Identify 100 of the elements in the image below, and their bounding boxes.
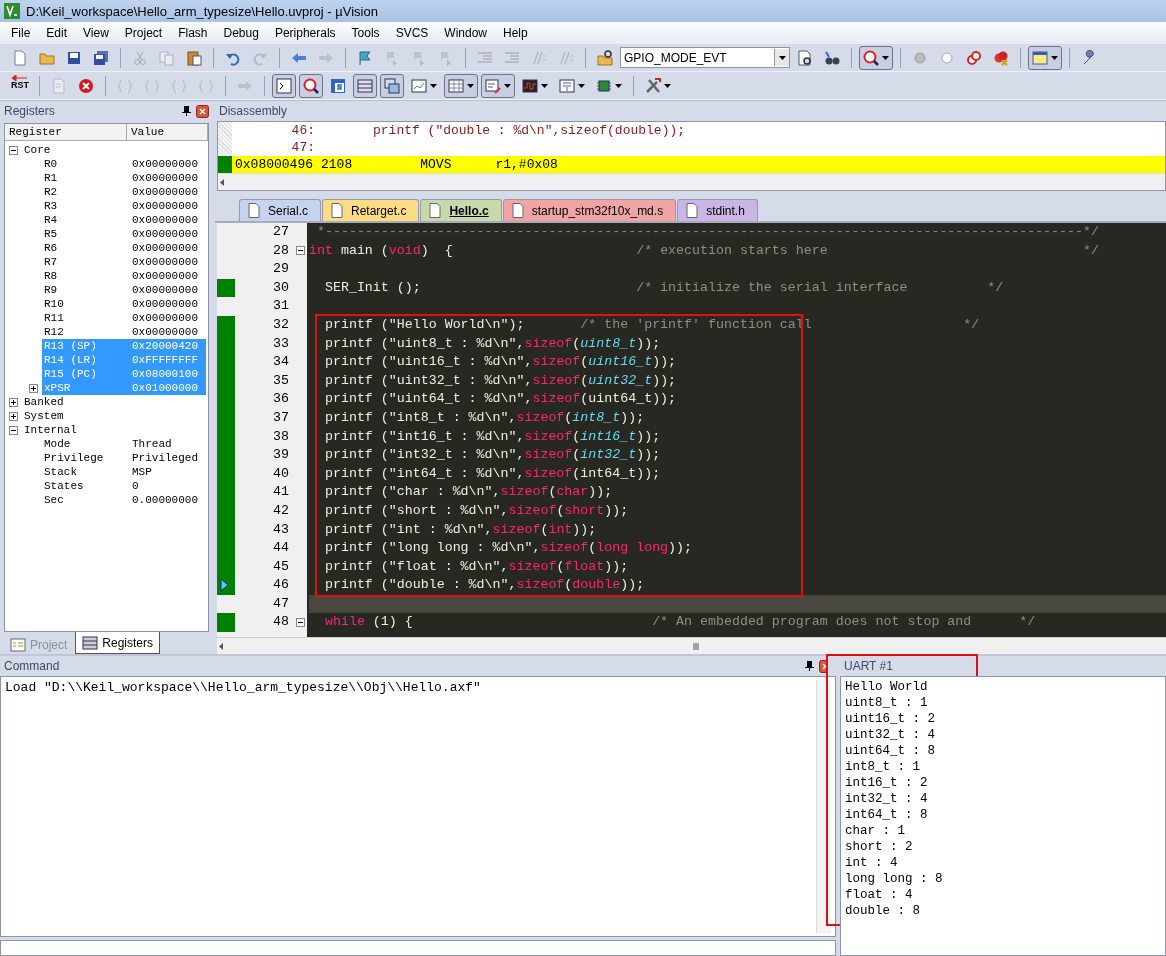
tree-row[interactable]: R9 0x00000000 — [42, 283, 206, 297]
menu-item[interactable]: Project — [116, 24, 171, 42]
line-number: 33 — [272, 334, 289, 353]
register-name: States — [43, 479, 85, 493]
tree-row[interactable]: R6 0x00000000 — [42, 241, 206, 255]
line-number: 36 — [272, 390, 289, 409]
panel-title: Command — [4, 659, 61, 673]
tree-row[interactable]: Stack MSP — [42, 465, 206, 479]
register-name: Privilege — [43, 451, 105, 465]
register-value: 0x00000000 — [132, 241, 198, 255]
serial-output-line: float : 4 — [845, 887, 914, 903]
magnifier-icon[interactable] — [299, 73, 323, 98]
magnifier-dropdown-button[interactable] — [859, 45, 893, 70]
menu-item[interactable]: Window — [436, 24, 495, 42]
combo-box[interactable]: GPIO_MODE_EVT — [620, 47, 790, 68]
register-value: 0x00000000 — [132, 227, 198, 241]
caret-icon — [882, 55, 889, 60]
list-icon[interactable] — [353, 73, 377, 98]
tree-row[interactable]: Privilege Privileged — [42, 451, 206, 465]
command-input-field[interactable] — [0, 940, 836, 956]
tree-row[interactable]: Core — [22, 143, 206, 157]
file-tab[interactable]: Serial.c — [239, 199, 321, 221]
menu-item[interactable]: Flash — [170, 24, 216, 42]
tree-row[interactable]: States 0 — [42, 479, 206, 493]
tree-row[interactable]: Banked — [22, 395, 206, 409]
menu-item[interactable]: SVCS — [387, 24, 437, 42]
code-line: *-----------------------------------------------------------------------------------------------*/ — [315, 223, 1100, 241]
tree-row[interactable]: R10 0x00000000 — [42, 297, 206, 311]
code-line: printf ("uint8_t : %d\n",sizeof(uint8_t)); — [323, 334, 661, 353]
terminal-icon[interactable] — [272, 73, 296, 98]
tree-row[interactable]: R5 0x00000000 — [42, 227, 206, 241]
tree-row[interactable]: R12 0x00000000 — [42, 325, 206, 339]
document-icon — [511, 203, 524, 218]
source-line-number: 46: — [290, 122, 316, 139]
line-number: 47 — [272, 594, 289, 613]
tree-row[interactable]: R7 0x00000000 — [42, 255, 206, 269]
menu-item[interactable]: View — [75, 24, 117, 42]
menu-item[interactable]: File — [3, 24, 39, 42]
line-number: 34 — [272, 353, 289, 372]
register-value: 0 — [132, 479, 139, 493]
tree-row[interactable]: R3 0x00000000 — [42, 199, 206, 213]
line-number: 46 — [272, 576, 289, 595]
tree-row[interactable]: R4 0x00000000 — [42, 213, 206, 227]
code-line: printf ("short : %d\n",sizeof(short)); — [323, 501, 629, 520]
register-name: R15 (PC) — [43, 367, 98, 381]
register-value: 0x00000000 — [132, 269, 198, 283]
register-value: MSP — [132, 465, 152, 479]
code-line: printf ("uint16_t : %d\n",sizeof(uint16_t)); — [323, 353, 677, 372]
caret-icon — [430, 83, 437, 88]
menu-item[interactable]: Debug — [215, 24, 267, 42]
tree-row[interactable]: R0 0x00000000 — [42, 157, 206, 171]
register-value: 0x00000000 — [132, 297, 198, 311]
window-dropdown-button[interactable] — [1028, 45, 1062, 70]
line-number: 28 — [272, 241, 289, 260]
column-header[interactable]: Register — [5, 124, 127, 141]
menu-item[interactable]: Tools — [343, 24, 388, 42]
tree-row[interactable]: R1 0x00000000 — [42, 171, 206, 185]
tree-row[interactable]: Internal — [22, 423, 206, 437]
menu-item[interactable]: Peripherals — [266, 24, 344, 42]
window-icon — [1032, 49, 1048, 66]
serial-output-line: int16_t : 2 — [845, 775, 929, 791]
reset-button[interactable]: RST — [8, 73, 32, 98]
tree-row[interactable]: System — [22, 409, 206, 423]
register-name: Stack — [43, 465, 78, 479]
line-number: 43 — [272, 520, 289, 539]
menu-item[interactable]: Edit — [38, 24, 76, 42]
tree-row[interactable]: R2 0x00000000 — [42, 185, 206, 199]
grid-dropdown-button[interactable] — [444, 73, 478, 98]
register-value: 0.00000000 — [132, 493, 198, 507]
file-tab[interactable]: startup_stm32f10x_md.s — [502, 199, 677, 221]
line-number: 38 — [272, 427, 289, 446]
caret-icon — [578, 83, 585, 88]
tree-row[interactable]: Sec 0.00000000 — [42, 493, 206, 507]
file-tab[interactable]: stdint.h — [677, 199, 758, 221]
instruction-mnemonic: MOVS — [420, 156, 452, 173]
register-value: 0x00000000 — [132, 325, 198, 339]
register-value: 0x00000000 — [132, 185, 198, 199]
tree-row[interactable]: Mode Thread — [42, 437, 206, 451]
window-pen-dropdown-button[interactable] — [481, 73, 515, 98]
grid-icon — [448, 77, 464, 94]
menu-item[interactable]: Help — [495, 24, 536, 42]
serial-output-line: Hello World — [845, 679, 929, 695]
register-value: 0x00000000 — [132, 213, 198, 227]
file-tab[interactable]: Hello.c — [420, 199, 502, 221]
register-name: R2 — [43, 185, 59, 199]
panel-tab[interactable]: Registers — [75, 632, 161, 654]
windows-icon[interactable] — [380, 73, 404, 98]
serial-output-line: uint64_t : 8 — [845, 743, 936, 759]
register-name: R0 — [43, 157, 59, 171]
tree-row[interactable]: R11 0x00000000 — [42, 311, 206, 325]
line-number: 44 — [272, 539, 289, 558]
register-name: R7 — [43, 255, 59, 269]
tree-row[interactable]: R8 0x00000000 — [42, 269, 206, 283]
window-pen-icon — [485, 77, 501, 94]
magnifier-icon — [863, 49, 879, 66]
register-value: 0x20000420 — [132, 339, 198, 353]
column-header[interactable]: Value — [127, 124, 208, 141]
register-name: R5 — [43, 227, 59, 241]
file-tab[interactable]: Retarget.c — [322, 199, 420, 221]
left-caret-icon — [217, 641, 225, 651]
